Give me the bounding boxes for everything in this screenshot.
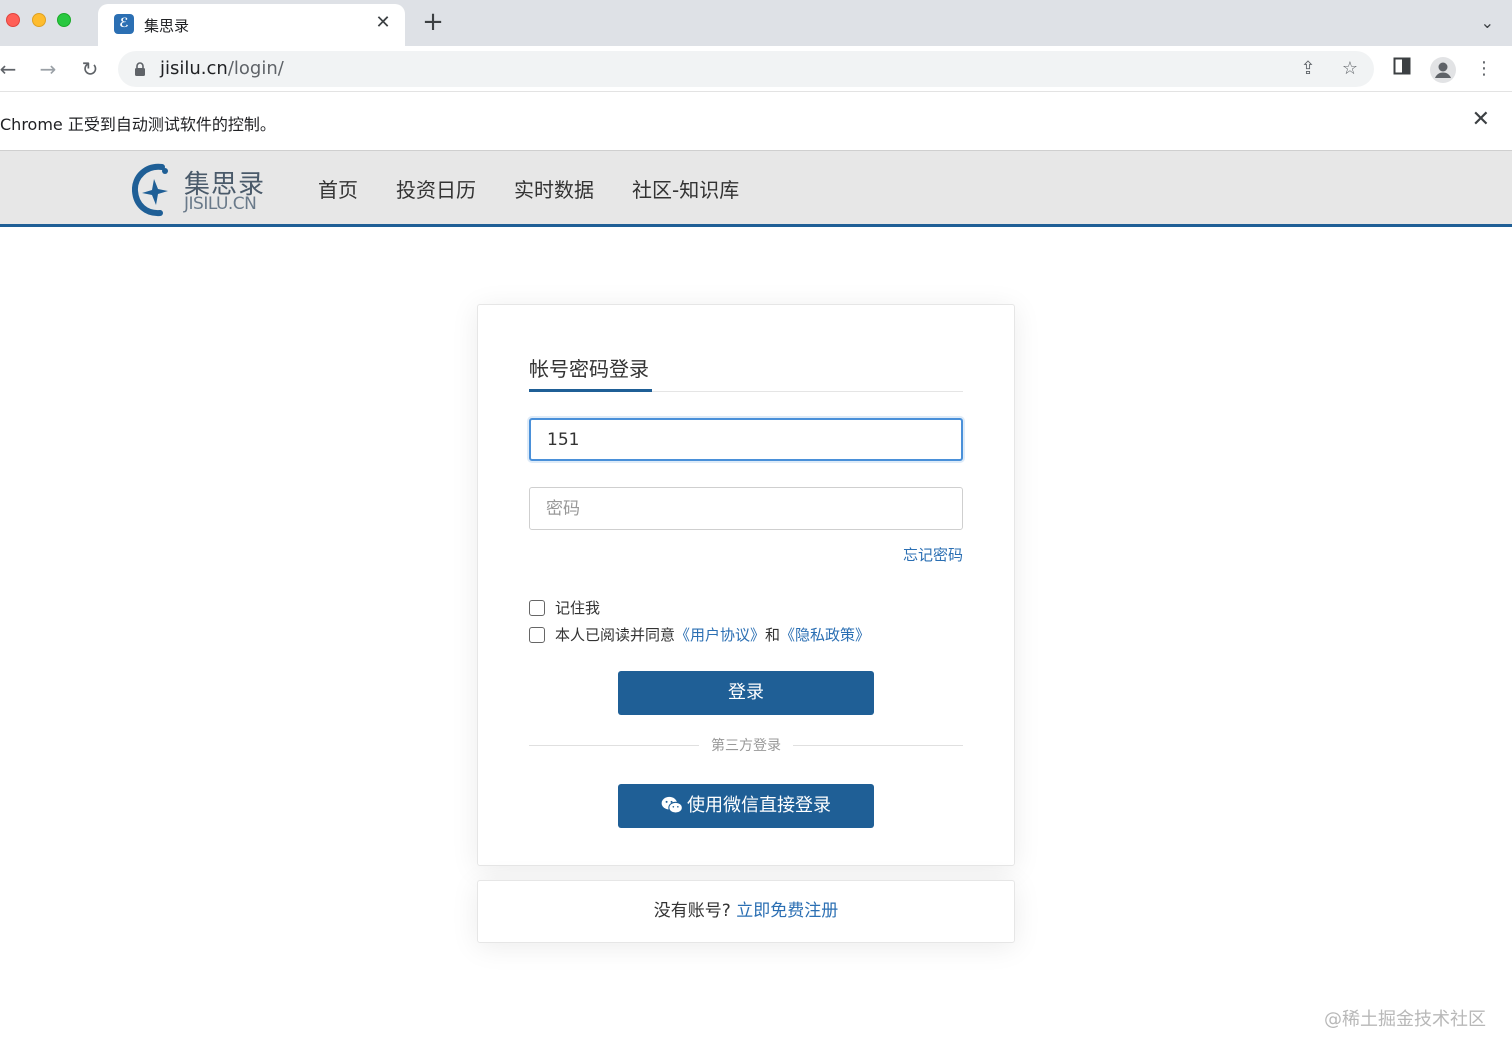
privacy-policy-link[interactable]: 《隐私政策》 bbox=[780, 624, 870, 645]
tab-close-icon[interactable]: ✕ bbox=[373, 13, 393, 33]
lock-icon bbox=[135, 62, 145, 76]
chevron-down-icon[interactable]: ⌄ bbox=[1481, 13, 1494, 32]
agreement-checkbox[interactable] bbox=[529, 626, 545, 643]
watermark: @稀土掘金技术社区 bbox=[1324, 1009, 1486, 1030]
site-header: 集思录 JISILU.CN 首页 投资日历 实时数据 社区-知识库 bbox=[0, 150, 1512, 227]
register-card: 没有账号? 立即免费注册 bbox=[477, 880, 1015, 943]
site-favicon-icon: ℰ bbox=[114, 14, 134, 34]
remember-me-row[interactable]: 记住我 bbox=[529, 597, 600, 618]
browser-toolbar: ← → ↻ jisilu.cn/login/ ⇪ ☆ ⋮ bbox=[0, 46, 1512, 92]
infobar-text: Chrome 正受到自动测试软件的控制。 bbox=[0, 115, 276, 134]
tab-password-login[interactable]: 帐号密码登录 bbox=[529, 353, 649, 382]
reload-icon[interactable]: ↻ bbox=[78, 57, 102, 81]
third-party-divider: 第三方登录 bbox=[529, 735, 963, 755]
browser-menu-icon[interactable]: ⋮ bbox=[1472, 57, 1496, 81]
nav-realtime-data[interactable]: 实时数据 bbox=[514, 174, 594, 203]
site-logo[interactable]: 集思录 JISILU.CN bbox=[132, 161, 272, 217]
logo-en-text: JISILU.CN bbox=[184, 194, 257, 214]
close-window-button[interactable] bbox=[6, 13, 20, 27]
login-button[interactable]: 登录 bbox=[618, 671, 874, 715]
wechat-login-button[interactable]: 使用微信直接登录 bbox=[618, 784, 874, 828]
tab-title: 集思录 bbox=[144, 17, 190, 35]
infobar-close-icon[interactable]: ✕ bbox=[1472, 107, 1490, 132]
new-tab-icon[interactable]: + bbox=[421, 9, 445, 35]
nav-investment-calendar[interactable]: 投资日历 bbox=[396, 174, 476, 203]
minimize-window-button[interactable] bbox=[32, 13, 46, 27]
wechat-login-label: 使用微信直接登录 bbox=[687, 795, 831, 816]
login-card: 帐号密码登录 忘记密码 记住我 本人已阅读并同意 《用户协议》 和 《隐私政策》… bbox=[477, 304, 1015, 866]
main-nav: 首页 投资日历 实时数据 社区-知识库 bbox=[318, 174, 739, 203]
address-bar[interactable]: jisilu.cn/login/ ⇪ ☆ bbox=[118, 51, 1374, 87]
register-link[interactable]: 立即免费注册 bbox=[736, 901, 838, 921]
username-input[interactable] bbox=[529, 418, 963, 461]
forgot-password-link[interactable]: 忘记密码 bbox=[903, 544, 963, 565]
register-prompt: 没有账号? bbox=[653, 901, 731, 921]
automation-infobar: Chrome 正受到自动测试软件的控制。 ✕ bbox=[0, 93, 1512, 150]
agreement-prefix: 本人已阅读并同意 bbox=[555, 626, 676, 644]
active-tab-indicator bbox=[529, 389, 652, 392]
remember-me-checkbox[interactable] bbox=[529, 599, 545, 616]
third-party-label: 第三方登录 bbox=[711, 738, 781, 754]
maximize-window-button[interactable] bbox=[57, 13, 71, 27]
nav-community[interactable]: 社区-知识库 bbox=[632, 174, 739, 203]
user-agreement-link[interactable]: 《用户协议》 bbox=[675, 624, 765, 645]
logo-mark-icon bbox=[132, 163, 168, 217]
nav-home[interactable]: 首页 bbox=[318, 174, 358, 203]
share-icon[interactable]: ⇪ bbox=[1298, 59, 1318, 79]
bookmark-star-icon[interactable]: ☆ bbox=[1340, 59, 1360, 79]
forward-icon[interactable]: → bbox=[36, 57, 60, 81]
password-input[interactable] bbox=[529, 487, 963, 530]
profile-avatar-icon[interactable] bbox=[1430, 57, 1456, 83]
back-icon[interactable]: ← bbox=[0, 57, 20, 81]
wechat-icon bbox=[661, 796, 683, 814]
remember-me-label: 记住我 bbox=[555, 599, 601, 617]
side-panel-icon[interactable] bbox=[1390, 57, 1414, 81]
agreement-row: 本人已阅读并同意 《用户协议》 和 《隐私政策》 bbox=[529, 624, 870, 645]
browser-tab[interactable]: ℰ 集思录 ✕ bbox=[98, 4, 405, 46]
url-text: jisilu.cn/login/ bbox=[160, 58, 284, 79]
agreement-and: 和 bbox=[765, 626, 781, 644]
browser-tabstrip: ℰ 集思录 ✕ + ⌄ bbox=[0, 0, 1512, 46]
